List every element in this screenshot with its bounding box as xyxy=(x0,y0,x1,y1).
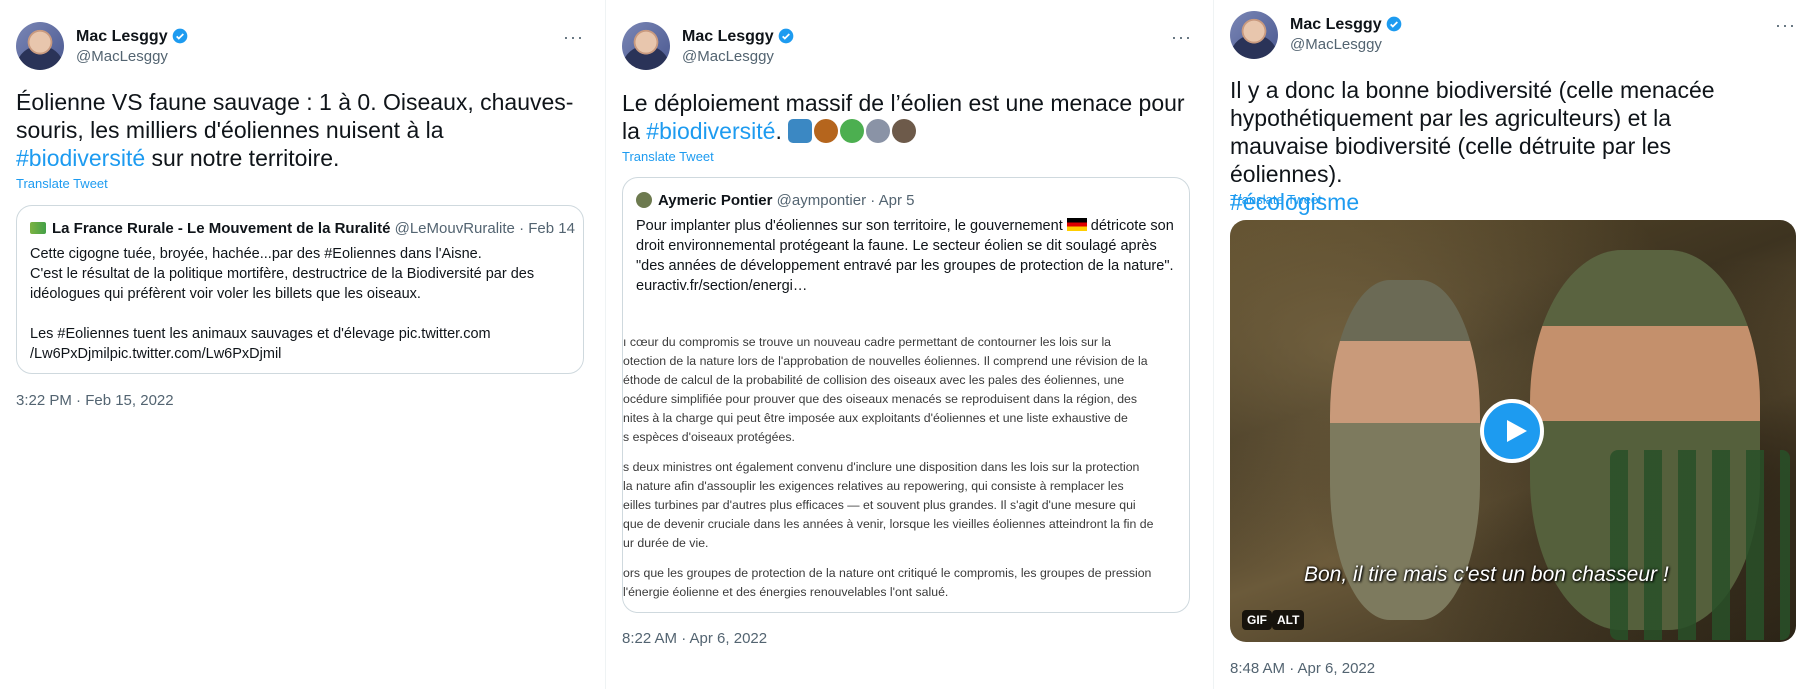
tweet-1: Mac Lesggy @MacLesggy ··· Éolienne VS fa… xyxy=(0,0,605,689)
play-icon[interactable] xyxy=(1480,399,1544,463)
timestamp[interactable]: 8:48 AM · Apr 6, 2022 xyxy=(1230,660,1375,677)
author-name[interactable]: Mac Lesggy xyxy=(1290,16,1402,34)
tweet-text: Éolienne VS faune sauvage : 1 à 0. Oisea… xyxy=(16,89,574,171)
translate-tweet-link[interactable]: Translate Tweet xyxy=(16,176,108,191)
bat-icon xyxy=(866,119,891,143)
author-handle[interactable]: @MacLesggy xyxy=(1290,36,1382,53)
avatar[interactable] xyxy=(16,22,64,70)
more-options-icon[interactable]: ··· xyxy=(1171,28,1192,46)
quoted-tweet-text: Cette cigogne tuée, broyée, hachée...par… xyxy=(30,246,535,362)
tweet-2: Mac Lesggy @MacLesggy ··· Le déploiement… xyxy=(605,0,1213,689)
verified-badge-icon xyxy=(1386,16,1401,32)
tweet-3: Mac Lesggy @MacLesggy ··· Il y a donc la… xyxy=(1213,0,1810,689)
avatar[interactable] xyxy=(1230,11,1278,59)
rural-logo-icon xyxy=(30,222,46,234)
beetle-icon xyxy=(840,119,865,143)
author-name[interactable]: Mac Lesggy xyxy=(76,28,188,46)
translate-tweet-link[interactable]: Translate Tweet xyxy=(1230,192,1322,207)
tweet-text: Le déploiement massif de l’éolien est un… xyxy=(622,90,1185,144)
arrow-down-icon xyxy=(788,119,813,143)
timestamp[interactable]: 3:22 PM · Feb 15, 2022 xyxy=(16,392,174,409)
author-handle[interactable]: @MacLesggy xyxy=(76,48,168,65)
more-options-icon[interactable]: ··· xyxy=(563,28,584,46)
boar-icon xyxy=(814,119,839,143)
quoted-tweet[interactable]: La France Rurale - Le Mouvement de la Ru… xyxy=(16,205,584,374)
eagle-icon xyxy=(892,119,917,143)
avatar xyxy=(636,192,652,208)
quoted-tweet-header: La France Rurale - Le Mouvement de la Ru… xyxy=(30,220,575,237)
verified-badge-icon xyxy=(778,28,793,44)
alt-badge[interactable]: ALT xyxy=(1272,610,1305,630)
translate-tweet-link[interactable]: Translate Tweet xyxy=(622,149,714,164)
video-subtitle: Bon, il tire mais c'est un bon chasseur … xyxy=(1304,563,1669,586)
german-flag-icon xyxy=(1066,218,1087,231)
article-screenshot-image: ı cœur du compromis se trouve un nouveau… xyxy=(623,335,1154,599)
author-name[interactable]: Mac Lesggy xyxy=(682,28,794,46)
verified-badge-icon xyxy=(172,28,187,44)
author-handle[interactable]: @MacLesggy xyxy=(682,48,774,65)
gif-video-player[interactable]: Bon, il tire mais c'est un bon chasseur … xyxy=(1230,220,1796,642)
timestamp[interactable]: 8:22 AM · Apr 6, 2022 xyxy=(622,630,767,647)
quoted-tweet[interactable]: Aymeric Pontier @aympontier · Apr 5 Pour… xyxy=(622,177,1190,613)
quoted-tweet-text: Pour implanter plus d'éoliennes sur son … xyxy=(636,216,1181,296)
hashtag-link[interactable]: #biodiversité xyxy=(16,145,145,171)
bottles xyxy=(1610,450,1790,640)
article-link[interactable]: euractiv.fr/section/energi… xyxy=(636,276,1181,296)
gif-badge: GIF xyxy=(1242,610,1272,630)
quoted-tweet-header: Aymeric Pontier @aympontier · Apr 5 xyxy=(636,192,914,209)
hashtag-link[interactable]: #biodiversité xyxy=(646,118,775,144)
avatar[interactable] xyxy=(622,22,670,70)
more-options-icon[interactable]: ··· xyxy=(1775,16,1796,34)
